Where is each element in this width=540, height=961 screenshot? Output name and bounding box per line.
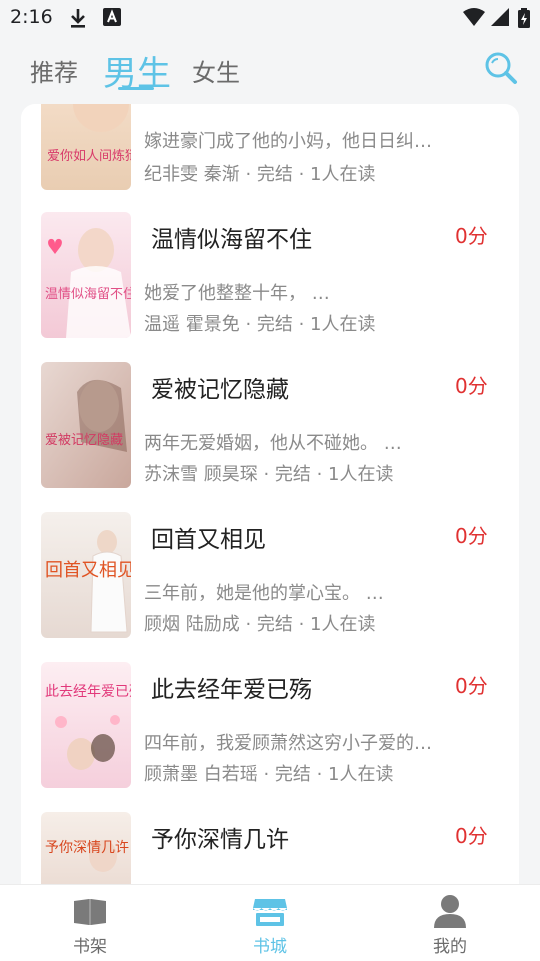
book-score: 0分 xyxy=(455,824,488,848)
cover-title-text: 此去经年爱已殇 xyxy=(45,684,131,700)
nav-bookshelf-label: 书架 xyxy=(73,937,107,957)
nav-bookstore-label: 书城 xyxy=(253,937,287,957)
cover-title-text: 温情似海留不住 xyxy=(45,287,131,302)
nav-bookshelf[interactable]: 书架 xyxy=(0,885,180,961)
book-title[interactable]: 爱被记忆隐藏 xyxy=(151,370,289,404)
book-score: 0分 xyxy=(455,674,488,698)
book-cover: 温情似海留不住 xyxy=(41,212,131,338)
book-score: 0分 xyxy=(455,374,488,398)
book-item[interactable]: 爱被记忆隐藏 爱被记忆隐藏 0分 两年无爱婚姻，他从不碰她。 … 苏沫雪 顾昊琛… xyxy=(21,354,519,504)
download-icon xyxy=(68,7,88,34)
book-item[interactable]: 爱你如人间炼狱 嫁进豪门成了他的小妈，他日日纠… 纪非雯 秦渐 · 完结 · 1… xyxy=(21,104,519,204)
book-title[interactable]: 回首又相见 xyxy=(151,520,266,554)
book-meta: 纪非雯 秦渐 · 完结 · 1人在读 xyxy=(144,164,376,185)
book-description: 她爱了他整整十年， … xyxy=(144,283,330,304)
status-bar: 2:16 xyxy=(0,0,540,36)
notification-a-icon xyxy=(102,7,122,32)
book-item[interactable]: 回首又相见 回首又相见 0分 三年前，她是他的掌心宝。 … 顾烟 陆励成 · 完… xyxy=(21,504,519,654)
person-icon xyxy=(432,893,468,929)
book-title[interactable]: 予你深情几许 xyxy=(151,820,289,854)
battery-icon xyxy=(517,7,531,34)
book-cover: 此去经年爱已殇 xyxy=(41,662,131,788)
cover-title-text: 予你深情几许 xyxy=(45,840,129,856)
wifi-icon xyxy=(462,7,486,32)
book-item[interactable]: 温情似海留不住 温情似海留不住 0分 她爱了他整整十年， … 温遥 霍景免 · … xyxy=(21,204,519,354)
active-tab-indicator xyxy=(118,87,154,90)
book-cover: 回首又相见 xyxy=(41,512,131,638)
search-icon[interactable] xyxy=(484,51,518,85)
tab-recommend[interactable]: 推荐 xyxy=(30,53,78,88)
store-icon xyxy=(252,893,288,929)
nav-bookstore[interactable]: 书城 xyxy=(180,885,360,961)
book-score: 0分 xyxy=(455,224,488,248)
book-score: 0分 xyxy=(455,524,488,548)
book-description: 两年无爱婚姻，他从不碰她。 … xyxy=(144,433,402,454)
book-icon xyxy=(72,893,108,929)
tab-female[interactable]: 女生 xyxy=(192,53,240,88)
book-title[interactable]: 此去经年爱已殇 xyxy=(151,670,312,704)
status-time: 2:16 xyxy=(10,6,53,28)
book-description: 三年前，她是他的掌心宝。 … xyxy=(144,583,384,604)
book-list[interactable]: 爱你如人间炼狱 嫁进豪门成了他的小妈，他日日纠… 纪非雯 秦渐 · 完结 · 1… xyxy=(21,104,519,904)
book-meta: 温遥 霍景免 · 完结 · 1人在读 xyxy=(144,314,376,335)
nav-mine-label: 我的 xyxy=(433,937,467,957)
book-cover: 爱被记忆隐藏 xyxy=(41,362,131,488)
cover-title-text: 回首又相见 xyxy=(45,560,131,581)
nav-mine[interactable]: 我的 xyxy=(360,885,540,961)
signal-icon xyxy=(490,7,510,32)
book-item[interactable]: 此去经年爱已殇 此去经年爱已殇 0分 四年前，我爱顾萧然这穷小子爱的… 顾萧墨 … xyxy=(21,654,519,804)
cover-title-text: 爱你如人间炼狱 xyxy=(47,148,131,164)
book-title[interactable]: 温情似海留不住 xyxy=(151,220,312,254)
book-meta: 苏沫雪 顾昊琛 · 完结 · 1人在读 xyxy=(144,464,394,485)
book-description: 四年前，我爱顾萧然这穷小子爱的… xyxy=(144,733,432,754)
book-cover: 爱你如人间炼狱 xyxy=(41,104,131,190)
cover-title-text: 爱被记忆隐藏 xyxy=(45,432,123,448)
category-tabs: 推荐 男生 女生 xyxy=(0,40,540,100)
book-meta: 顾萧墨 白若瑶 · 完结 · 1人在读 xyxy=(144,764,394,785)
book-description: 嫁进豪门成了他的小妈，他日日纠… xyxy=(144,131,432,152)
book-meta: 顾烟 陆励成 · 完结 · 1人在读 xyxy=(144,614,376,635)
bottom-nav: 书架 书城 我的 xyxy=(0,884,540,961)
